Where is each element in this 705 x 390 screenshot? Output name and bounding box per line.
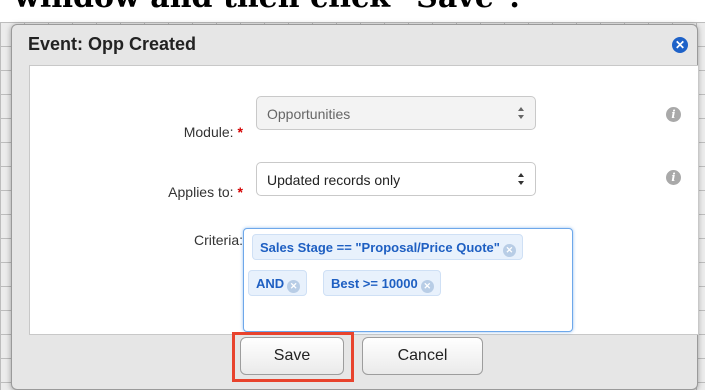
applies-to-select-value: Updated records only xyxy=(267,172,401,188)
criteria-token[interactable]: Best >= 10000 ✕ xyxy=(323,270,441,296)
criteria-token-text: AND xyxy=(256,276,285,291)
criteria-input[interactable]: Sales Stage == "Proposal/Price Quote" ✕ A… xyxy=(243,228,573,332)
applies-to-select[interactable]: Updated records only xyxy=(256,162,536,196)
instruction-caption: window and then click "Save". xyxy=(14,0,520,15)
criteria-token[interactable]: AND ✕ xyxy=(248,270,308,296)
remove-token-icon[interactable]: ✕ xyxy=(502,244,516,257)
required-marker: * xyxy=(237,124,243,140)
cancel-button[interactable]: Cancel xyxy=(362,337,483,375)
applies-to-label-text: Applies to: xyxy=(168,184,234,200)
criteria-token-text: Sales Stage == "Proposal/Price Quote" xyxy=(260,240,500,255)
module-label: Module: * xyxy=(184,124,243,140)
criteria-token[interactable]: Sales Stage == "Proposal/Price Quote" ✕ xyxy=(252,234,523,260)
applies-to-label: Applies to: * xyxy=(168,184,243,200)
select-arrows-icon xyxy=(518,107,524,119)
dialog-title: Event: Opp Created xyxy=(28,34,197,54)
close-icon[interactable]: ✕ xyxy=(672,37,688,53)
select-arrows-icon xyxy=(518,173,524,185)
criteria-label: Criteria: xyxy=(193,232,243,248)
module-label-text: Module: xyxy=(183,124,234,140)
dialog-titlebar: Event: Opp Created ✕ xyxy=(12,25,697,63)
remove-token-icon[interactable]: ✕ xyxy=(287,280,301,293)
required-marker: * xyxy=(237,184,243,200)
criteria-token-text: Best >= 10000 xyxy=(331,276,418,291)
remove-token-icon[interactable]: ✕ xyxy=(420,280,434,293)
dialog-content: Module: * Opportunities i Applies to: * Up… xyxy=(29,65,699,335)
save-highlight-box xyxy=(232,332,354,382)
event-dialog: Event: Opp Created ✕ Module: * Opportunit… xyxy=(11,24,699,390)
module-select[interactable]: Opportunities xyxy=(256,96,536,130)
info-icon[interactable]: i xyxy=(666,170,681,185)
module-select-value: Opportunities xyxy=(267,106,351,122)
info-icon[interactable]: i xyxy=(666,107,681,122)
